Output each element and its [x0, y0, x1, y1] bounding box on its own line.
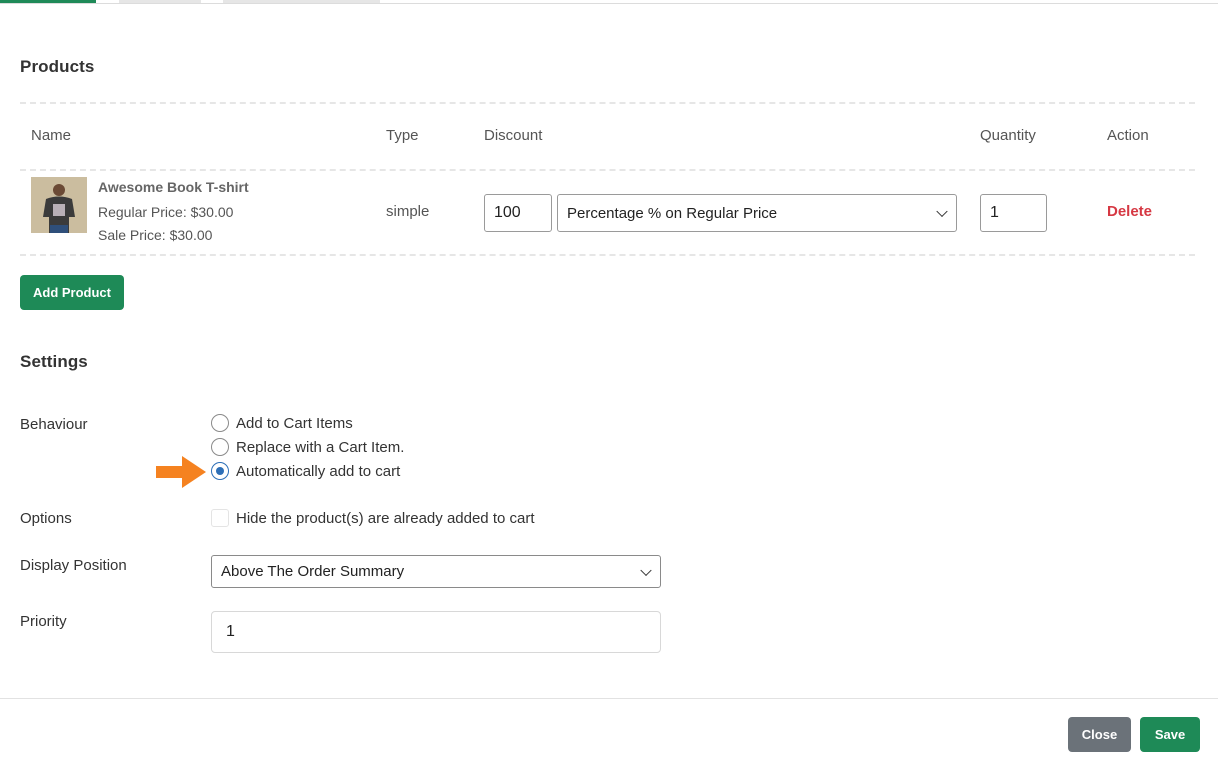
radio-button[interactable]	[211, 414, 229, 432]
delete-link[interactable]: Delete	[1107, 203, 1152, 220]
priority-input[interactable]: 1	[211, 611, 661, 653]
options-label: Options	[20, 510, 72, 527]
tab-strip	[0, 0, 1218, 4]
radio-button[interactable]	[211, 438, 229, 456]
display-position-value: Above The Order Summary	[221, 563, 405, 580]
column-header-type: Type	[386, 127, 419, 144]
discount-value-input[interactable]: 100	[484, 194, 552, 232]
column-header-quantity: Quantity	[980, 127, 1036, 144]
tab-3-indicator[interactable]	[223, 0, 380, 3]
behaviour-option-replace[interactable]: Replace with a Cart Item.	[211, 438, 404, 456]
table-divider	[20, 169, 1195, 171]
footer-divider	[0, 698, 1218, 699]
table-divider	[20, 254, 1195, 256]
quantity-value: 1	[990, 204, 999, 221]
discount-type-value: Percentage % on Regular Price	[567, 204, 778, 222]
hide-added-products-checkbox[interactable]	[211, 509, 229, 527]
tab-active-indicator[interactable]	[0, 0, 96, 3]
product-type: simple	[386, 203, 430, 220]
close-button[interactable]: Close	[1068, 717, 1131, 752]
arrow-right-icon	[156, 456, 206, 488]
priority-value: 1	[226, 623, 235, 640]
discount-type-select[interactable]: Percentage % on Regular Price	[557, 194, 957, 232]
behaviour-option-add-to-cart[interactable]: Add to Cart Items	[211, 414, 353, 432]
column-header-name: Name	[31, 127, 72, 144]
product-thumbnail	[31, 177, 87, 233]
settings-title: Settings	[20, 352, 88, 371]
product-name[interactable]: Awesome Book T-shirt	[98, 179, 249, 195]
behaviour-option-auto-add[interactable]: Automatically add to cart	[211, 462, 400, 480]
behaviour-option-label: Add to Cart Items	[236, 414, 353, 432]
priority-label: Priority	[20, 613, 67, 630]
chevron-down-icon	[640, 564, 652, 576]
hide-added-products-label: Hide the product(s) are already added to…	[236, 509, 535, 527]
tab-2-indicator[interactable]	[119, 0, 201, 3]
behaviour-option-label: Replace with a Cart Item.	[236, 438, 405, 456]
products-title: Products	[20, 57, 95, 76]
behaviour-label: Behaviour	[20, 416, 88, 433]
hide-added-products-option[interactable]: Hide the product(s) are already added to…	[211, 509, 535, 527]
display-position-select[interactable]: Above The Order Summary	[211, 555, 661, 588]
table-divider	[20, 102, 1195, 104]
product-regular-price: Regular Price: $30.00	[98, 204, 234, 220]
radio-button-checked[interactable]	[211, 462, 229, 480]
behaviour-option-label: Automatically add to cart	[236, 462, 401, 480]
chevron-down-icon	[936, 205, 948, 218]
save-button[interactable]: Save	[1140, 717, 1200, 752]
display-position-label: Display Position	[20, 557, 127, 574]
discount-value: 100	[494, 204, 521, 221]
quantity-input[interactable]: 1	[980, 194, 1047, 232]
column-header-discount: Discount	[484, 127, 543, 144]
column-header-action: Action	[1107, 127, 1149, 144]
add-product-button[interactable]: Add Product	[20, 275, 124, 310]
products-table: Name Type Discount Quantity Action Aweso…	[20, 102, 1195, 257]
product-sale-price: Sale Price: $30.00	[98, 227, 213, 243]
